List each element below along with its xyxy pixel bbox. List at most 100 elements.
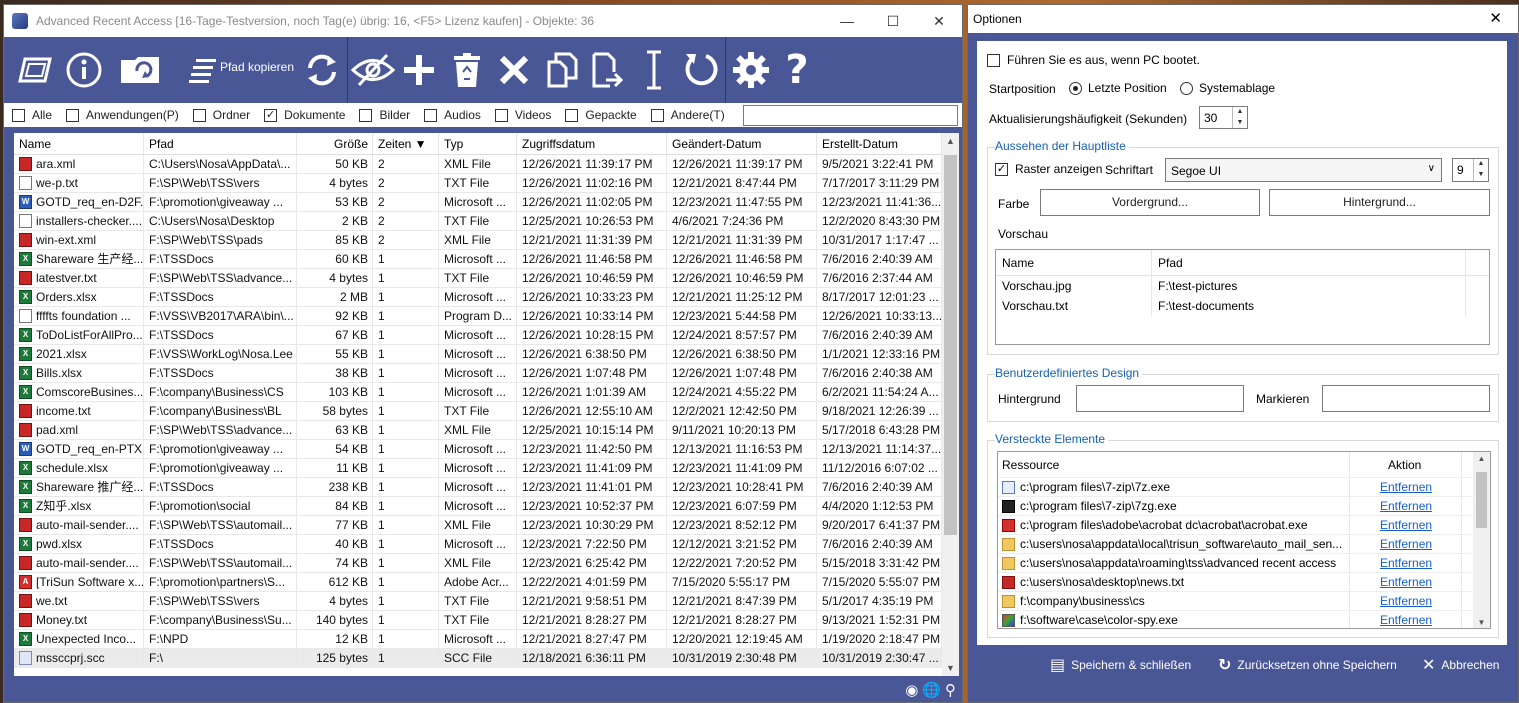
add-icon[interactable] [399,37,439,103]
start-last-position-radio[interactable]: Letzte Position [1069,81,1167,95]
save-close-button[interactable]: ▤ Speichern & schließen [1050,655,1191,675]
foreground-button[interactable]: Vordergrund... [1040,189,1260,216]
table-row[interactable]: X Orders.xlsx F:\TSSDocs 2 MB 1 Microsoft ...… [14,288,959,307]
minimize-icon[interactable]: — [824,5,870,37]
filter-search-input[interactable] [743,105,958,126]
column-header[interactable]: Zugriffsdatum [517,133,667,154]
copy-path-button[interactable]: Pfad kopieren [186,37,296,103]
column-header[interactable]: Erstellt-Datum [817,133,942,154]
run-on-boot-checkbox[interactable]: Führen Sie es aus, wenn PC bootet. [987,53,1200,67]
main-title-bar[interactable]: Advanced Recent Access [16-Tage-Testvers… [4,5,962,37]
table-row[interactable]: Xschedule.xlsx F:\promotion\giveaway ... 1… [14,459,959,478]
filter-checkbox[interactable]: Anwendungen(P) [66,108,179,122]
remove-link[interactable]: Entfernen [1380,613,1432,627]
filter-checkbox[interactable]: Bilder [359,108,410,122]
key-icon[interactable]: ⚲ [945,681,956,699]
checkbox-box[interactable] [359,108,373,122]
column-header[interactable]: Pfad [144,133,297,154]
rename-icon[interactable] [634,37,674,103]
checkbox-box[interactable] [66,108,80,122]
table-row[interactable]: auto-mail-sender.... F:\SP\Web\TSS\automa… [14,516,959,535]
palette-icon[interactable]: ◉ [905,681,918,699]
view-mode-icon[interactable] [14,37,56,103]
vertical-scrollbar[interactable]: ▲ ▼ [942,133,959,676]
refresh-icon[interactable] [301,37,343,103]
table-row[interactable]: mssccprj.scc F:\ 125 bytes 1 SCC File 12/18/2… [14,649,959,668]
filter-checkbox[interactable]: Audios [424,108,481,122]
table-row[interactable]: income.txt F:\company\Business\BL 58 bytes… [14,402,959,421]
reset-button[interactable]: ↻ Zurücksetzen ohne Speichern [1218,655,1397,675]
hidden-list-scrollbar[interactable]: ▲ ▼ [1473,452,1490,628]
table-row[interactable]: X ToDoListForAllPro... F:\TSSDocs 67 KB 1 Mic… [14,326,959,345]
checkbox-box[interactable]: ✓ [264,108,278,122]
checkbox-box[interactable] [565,108,579,122]
column-header[interactable]: Zeiten ▼ [373,133,439,154]
cancel-button[interactable]: ✕ Abbrechen [1422,655,1499,675]
stepper-down-icon[interactable]: ▼ [1473,170,1488,181]
gear-icon[interactable] [730,37,772,103]
table-row[interactable]: win-ext.xml F:\SP\Web\TSS\pads 85 KB 2 XML F… [14,231,959,250]
stepper-up-icon[interactable]: ▲ [1473,159,1488,170]
stepper-down-icon[interactable]: ▼ [1232,117,1247,128]
filter-checkbox[interactable]: Gepackte [565,108,637,122]
help-icon[interactable]: ? [777,37,817,103]
table-row[interactable]: Xpwd.xlsx F:\TSSDocs 40 KB 1 Microsoft ... 12… [14,535,959,554]
table-row[interactable]: X Unexpected Inco... F:\NPD 12 KB 1 Microsoft… [14,630,959,649]
open-folder-icon[interactable] [116,37,166,103]
background-button[interactable]: Hintergrund... [1269,189,1490,216]
checkbox-box[interactable] [650,108,664,122]
close-icon[interactable]: ✕ [1489,9,1502,27]
table-row[interactable]: installers-checker.... C:\Users\Nosa\Desk… [14,212,959,231]
filter-checkbox[interactable]: Alle [12,108,52,122]
table-row[interactable]: A [TriSun Software x... F:\promotion\partn… [14,573,959,592]
table-row[interactable]: auto-mail-sender.... F:\SP\Web\TSS\automa… [14,554,959,573]
remove-link[interactable]: Entfernen [1380,518,1432,532]
remove-link[interactable]: Entfernen [1380,594,1432,608]
move-icon[interactable] [587,37,627,103]
table-row[interactable]: X Z知乎.xlsx F:\promotion\social 84 KB 1 Micros… [14,497,959,516]
column-header[interactable]: Größe [297,133,373,154]
hide-icon[interactable] [350,37,396,103]
table-row[interactable]: X Shareware 推广经... F:\TSSDocs 238 KB 1 Micros… [14,478,959,497]
table-row[interactable]: we.txt F:\SP\Web\TSS\vers 4 bytes 1 TXT File… [14,592,959,611]
table-row[interactable]: X Bills.xlsx F:\TSSDocs 38 KB 1 Microsoft ...… [14,364,959,383]
filter-checkbox[interactable]: Videos [494,108,551,122]
remove-link[interactable]: Entfernen [1380,575,1432,589]
start-tray-radio[interactable]: Systemablage [1180,81,1275,95]
table-row[interactable]: ara.xml C:\Users\Nosa\AppData\... 50 KB 2 XM… [14,155,959,174]
filter-checkbox[interactable]: ✓ Dokumente [264,108,345,122]
filter-checkbox[interactable]: Ordner [192,108,250,122]
refresh-stepper[interactable]: 30 ▲ ▼ [1199,106,1248,129]
delete-icon[interactable] [494,37,534,103]
table-row[interactable]: W GOTD_req_en-PTX... F:\promotion\giveaway… [14,440,959,459]
table-row[interactable]: ffffts foundation ... F:\VSS\VB2017\ARA\b… [14,307,959,326]
reset-icon[interactable] [680,37,722,103]
remove-link[interactable]: Entfernen [1380,556,1432,570]
font-select[interactable]: Segoe UI ∨ [1165,158,1442,182]
custom-background-field[interactable] [1076,385,1244,412]
filter-checkbox[interactable]: Andere(T) [650,108,725,122]
column-header[interactable]: Name [14,133,144,154]
table-row[interactable]: Money.txt F:\company\Business\Su... 140 by… [14,611,959,630]
table-row[interactable]: W GOTD_req_en-D2F... F:\promotion\giveaway… [14,193,959,212]
checkbox-box[interactable] [494,108,508,122]
maximize-icon[interactable]: ☐ [870,5,916,37]
font-size-stepper[interactable]: 9 ▲ ▼ [1452,158,1489,182]
table-row[interactable]: X Shareware 生产经... F:\TSSDocs 60 KB 1 Microso… [14,250,959,269]
options-title-bar[interactable]: Optionen ✕ [968,5,1518,33]
table-row[interactable]: X 2021.xlsx F:\VSS\WorkLog\Nosa.Lee 55 KB 1 M… [14,345,959,364]
table-row[interactable]: pad.xml F:\SP\Web\TSS\advance... 63 KB 1 XML… [14,421,959,440]
globe-icon[interactable]: 🌐 [922,681,941,699]
recycle-bin-icon[interactable] [447,37,487,103]
table-row[interactable]: X ComscoreBusines... F:\company\Business\C… [14,383,959,402]
close-icon[interactable]: ✕ [916,5,962,37]
stepper-up-icon[interactable]: ▲ [1232,107,1247,118]
remove-link[interactable]: Entfernen [1380,480,1432,494]
column-header[interactable]: Geändert-Datum [667,133,817,154]
custom-mark-field[interactable] [1322,385,1490,412]
show-grid-checkbox[interactable]: ✓ Raster anzeigen [995,162,1102,176]
table-row[interactable]: latestver.txt F:\SP\Web\TSS\advance... 4 b… [14,269,959,288]
checkbox-box[interactable] [192,108,206,122]
copy-icon[interactable] [542,37,582,103]
table-row[interactable]: we-p.txt F:\SP\Web\TSS\vers 4 bytes 2 TXT Fi… [14,174,959,193]
